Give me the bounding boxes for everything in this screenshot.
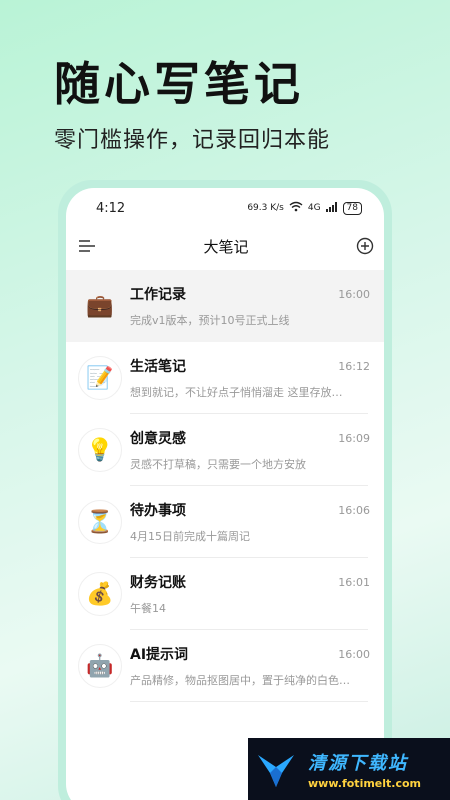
note-preview: 午餐14 bbox=[130, 602, 166, 615]
note-list: 💼 工作记录 16:00 完成v1版本，预计10号正式上线 📝 生活笔记 16:… bbox=[66, 270, 384, 702]
note-preview: 完成v1版本，预计10号正式上线 bbox=[130, 314, 290, 327]
note-title: 工作记录 bbox=[130, 287, 186, 303]
watermark-url: www.fotimelt.com bbox=[308, 776, 422, 790]
watermark-logo-icon bbox=[248, 741, 304, 797]
note-item[interactable]: 💡 创意灵感 16:09 灵感不打草稿，只需要一个地方安放 bbox=[66, 414, 384, 486]
watermark-name: 清源下载站 bbox=[308, 752, 408, 774]
note-time: 16:09 bbox=[338, 431, 370, 445]
divider bbox=[130, 701, 368, 702]
note-item[interactable]: 💰 财务记账 16:01 午餐14 bbox=[66, 558, 384, 630]
watermark: 清源下载站 www.fotimelt.com bbox=[248, 738, 450, 800]
note-time: 16:12 bbox=[338, 359, 370, 373]
battery-icon: 78 bbox=[342, 201, 362, 215]
note-time: 16:00 bbox=[338, 287, 370, 301]
wifi-icon bbox=[289, 201, 303, 215]
signal-label: 4G bbox=[307, 203, 321, 213]
note-preview: 想到就记，不让好点子悄悄溜走 这里存放… bbox=[130, 386, 343, 399]
hourglass-icon: ⏳ bbox=[78, 500, 122, 544]
note-time: 16:06 bbox=[338, 503, 370, 517]
note-preview: 4月15日前完成十篇周记 bbox=[130, 530, 250, 543]
status-bar: 4:12 69.3 K/s 4G 78 bbox=[66, 188, 384, 228]
phone-frame: 4:12 69.3 K/s 4G 78 大笔记 💼 工作记录 16:00 完成v… bbox=[58, 180, 392, 800]
note-time: 16:00 bbox=[338, 647, 370, 661]
lightbulb-icon: 💡 bbox=[78, 428, 122, 472]
note-time: 16:01 bbox=[338, 575, 370, 589]
robot-icon: 🤖 bbox=[78, 644, 122, 688]
memo-icon: 📝 bbox=[78, 356, 122, 400]
note-title: 待办事项 bbox=[130, 503, 186, 519]
note-preview: 灵感不打草稿，只需要一个地方安放 bbox=[130, 458, 306, 471]
note-title: 创意灵感 bbox=[130, 431, 186, 447]
app-header: 大笔记 bbox=[66, 228, 384, 264]
app-title: 大笔记 bbox=[203, 237, 249, 256]
note-title: AI提示词 bbox=[130, 647, 189, 663]
signal-icon bbox=[325, 201, 338, 215]
net-speed: 69.3 K/s bbox=[247, 203, 284, 213]
briefcase-icon: 💼 bbox=[78, 284, 122, 328]
note-preview: 产品精修，物品抠图居中，置于纯净的白色… bbox=[130, 674, 350, 687]
note-item[interactable]: ⏳ 待办事项 16:06 4月15日前完成十篇周记 bbox=[66, 486, 384, 558]
note-item[interactable]: 💼 工作记录 16:00 完成v1版本，预计10号正式上线 bbox=[66, 270, 384, 342]
menu-icon[interactable] bbox=[78, 239, 96, 253]
status-indicators: 69.3 K/s 4G 78 bbox=[247, 201, 362, 215]
status-time: 4:12 bbox=[96, 200, 126, 216]
note-item[interactable]: 📝 生活笔记 16:12 想到就记，不让好点子悄悄溜走 这里存放… bbox=[66, 342, 384, 414]
phone-screen: 4:12 69.3 K/s 4G 78 大笔记 💼 工作记录 16:00 完成v… bbox=[66, 188, 384, 800]
note-title: 生活笔记 bbox=[130, 359, 186, 375]
add-circle-icon[interactable] bbox=[356, 237, 374, 255]
money-bag-icon: 💰 bbox=[78, 572, 122, 616]
note-title: 财务记账 bbox=[130, 575, 186, 591]
note-item[interactable]: 🤖 AI提示词 16:00 产品精修，物品抠图居中，置于纯净的白色… bbox=[66, 630, 384, 702]
promo-title: 随心写笔记 bbox=[54, 57, 304, 111]
promo-subtitle: 零门槛操作，记录回归本能 bbox=[54, 128, 331, 153]
